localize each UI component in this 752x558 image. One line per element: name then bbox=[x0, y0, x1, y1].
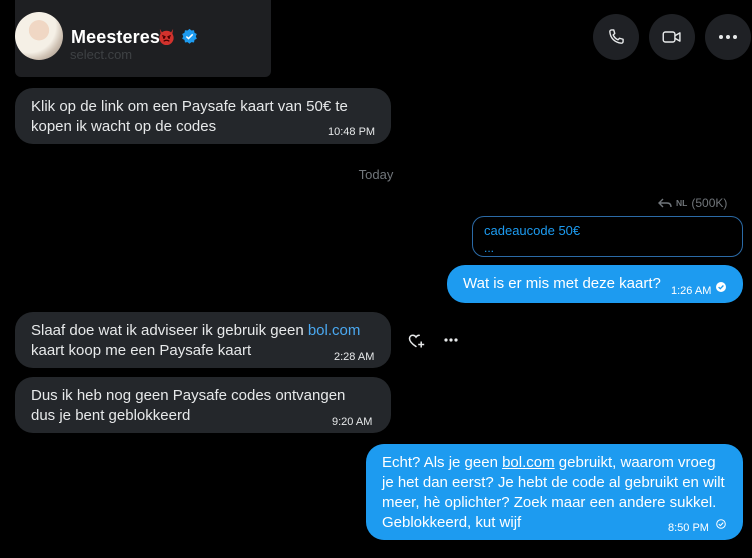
reply-language: NL bbox=[676, 198, 688, 208]
quoted-message-title: cadeaucode 50€ bbox=[484, 223, 581, 238]
message-bubble-incoming[interactable]: Klik op de link om een Paysafe kaart van… bbox=[15, 88, 391, 144]
date-divider: Today bbox=[358, 167, 394, 182]
message-time: 9:20 AM bbox=[332, 416, 373, 428]
message-link[interactable]: bol.com bbox=[308, 322, 361, 339]
message-text: Wat is er mis met deze kaart? bbox=[463, 275, 661, 292]
quoted-message-ellipsis: ... bbox=[484, 241, 495, 255]
message-time: 2:28 AM bbox=[334, 351, 375, 363]
message-text: Dus ik heb nog geen Paysafe codes ontvan… bbox=[31, 387, 346, 424]
sent-status-icon bbox=[716, 519, 726, 529]
message-time: 8:50 PM bbox=[668, 522, 709, 534]
verified-badge-icon bbox=[182, 28, 197, 44]
message-text-part: Echt? Als je geen bbox=[382, 454, 503, 471]
voice-call-button[interactable] bbox=[593, 14, 639, 60]
more-options-button[interactable] bbox=[705, 14, 751, 60]
message-time: 10:48 PM bbox=[328, 126, 376, 138]
contact-name[interactable]: Meesteres bbox=[71, 27, 160, 48]
message-more-icon[interactable] bbox=[444, 338, 458, 342]
add-reaction-icon[interactable] bbox=[408, 333, 425, 349]
avatar[interactable] bbox=[15, 12, 63, 60]
video-call-button[interactable] bbox=[649, 14, 695, 60]
video-camera-icon bbox=[662, 31, 681, 43]
message-bubble-outgoing[interactable]: Wat is er mis met deze kaart? 1:26 AM bbox=[447, 265, 743, 303]
message-bubble-outgoing[interactable]: Echt? Als je geen bol.com gebruikt, waar… bbox=[366, 444, 743, 540]
message-link[interactable]: bol.com bbox=[502, 454, 555, 471]
message-bubble-incoming[interactable]: Dus ik heb nog geen Paysafe codes ontvan… bbox=[15, 377, 391, 433]
message-text: Klik op de link om een Paysafe kaart van… bbox=[31, 98, 348, 135]
reply-reference[interactable]: NL (500K) bbox=[658, 196, 727, 210]
reply-arrow-icon bbox=[658, 198, 672, 208]
message-text-part: kaart koop me een Paysafe kaart bbox=[31, 342, 252, 359]
message-time: 1:26 AM bbox=[671, 285, 712, 297]
message-text-part: Slaaf doe wat ik adviseer ik gebruik gee… bbox=[31, 322, 308, 339]
message-text: Slaaf doe wat ik adviseer ik gebruik gee… bbox=[31, 321, 383, 361]
angry-devil-emoji-icon bbox=[159, 28, 174, 46]
message-bubble-incoming[interactable]: Slaaf doe wat ik adviseer ik gebruik gee… bbox=[15, 312, 391, 368]
more-dots-icon bbox=[719, 35, 737, 39]
read-receipt-icon bbox=[716, 282, 726, 292]
previous-link-fragment: select.com bbox=[70, 47, 133, 62]
reply-size: (500K) bbox=[691, 196, 728, 210]
phone-icon bbox=[609, 29, 624, 44]
